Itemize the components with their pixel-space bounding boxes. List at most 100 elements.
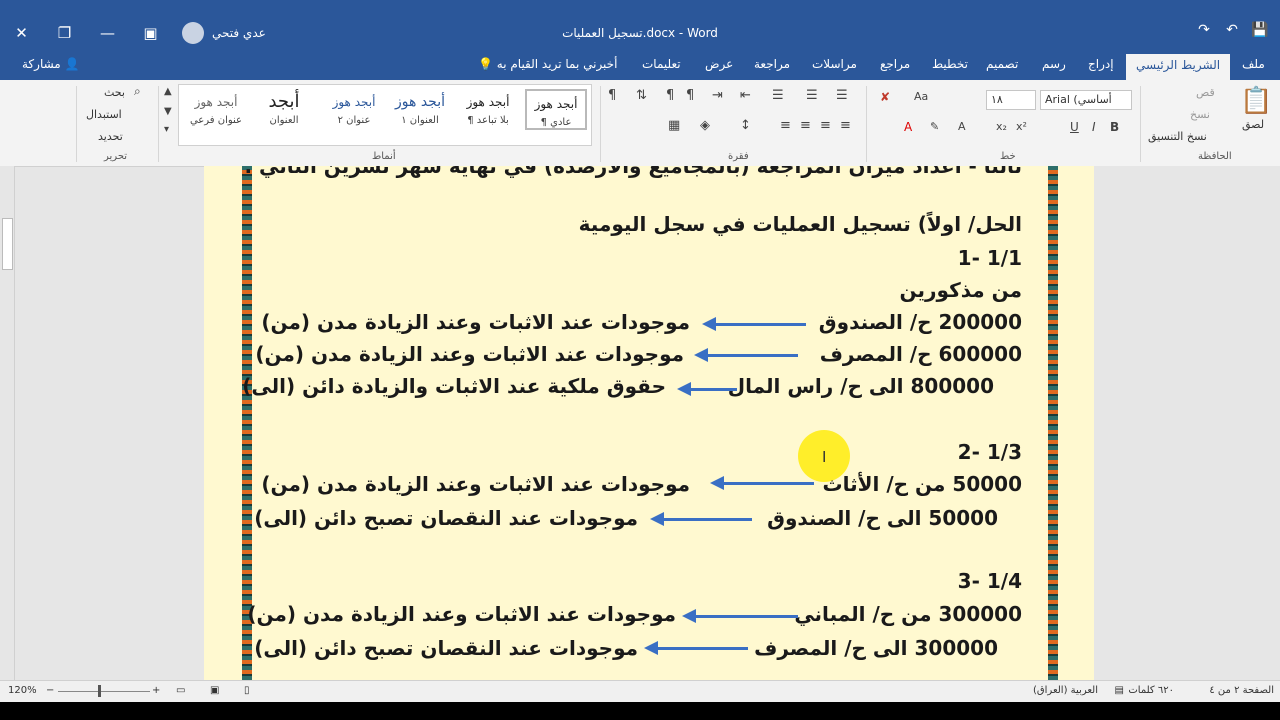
align-left-icon[interactable]: ≡ — [800, 118, 811, 133]
paste-icon[interactable]: 📋 — [1240, 86, 1272, 116]
vertical-scrollbar[interactable] — [0, 166, 15, 680]
tab-file[interactable]: ملف — [1242, 57, 1265, 71]
style-no-spacing[interactable]: أبجد هوز ¶ بلا تباعد — [459, 89, 517, 126]
zoom-slider-thumb[interactable] — [98, 685, 101, 697]
style-title[interactable]: أبجد العنوان — [255, 89, 313, 126]
style-heading-1[interactable]: أبجد هوز العنوان ١ — [391, 89, 449, 126]
text-effects-icon[interactable]: A — [958, 120, 966, 133]
superscript-icon[interactable]: x² — [1016, 120, 1027, 133]
clear-formatting-icon[interactable]: ✘ — [880, 90, 890, 104]
copy-button[interactable]: نسخ — [1190, 108, 1210, 121]
zoom-in-icon[interactable]: + — [152, 685, 160, 696]
tab-draw[interactable]: رسم — [1042, 57, 1066, 71]
ribbon: 📋 لصق قص نسخ نسخ التنسيق الحافظة Arial (… — [0, 80, 1280, 167]
align-right-icon[interactable]: ≡ — [840, 118, 851, 133]
window-title: تسجيل العمليات.docx - Word — [562, 26, 718, 40]
print-layout-icon[interactable]: ▣ — [210, 685, 219, 696]
sort-icon[interactable]: ⇅ — [636, 88, 647, 103]
cut-button[interactable]: قص — [1196, 86, 1215, 99]
font-name-box[interactable]: Arial (أساسي — [1040, 90, 1132, 110]
redo-icon[interactable]: ↷ — [1194, 22, 1214, 38]
entry-2-line-2-note: موجودات عند النقصان تصبح دائن (الى) — [254, 506, 638, 530]
show-formatting-icon[interactable]: ¶ — [608, 88, 616, 103]
tell-me-search[interactable]: 💡 أخبرني بما تريد القيام به — [478, 57, 617, 71]
editing-group-label: تحرير — [104, 151, 128, 162]
styles-scroll-up-icon[interactable]: ▲ — [164, 86, 172, 97]
page-count[interactable]: الصفحة ٢ من ٤ — [1209, 685, 1274, 696]
scrollbar-thumb[interactable] — [2, 218, 13, 270]
style-heading-2[interactable]: أبجد هوز عنوان ٢ — [325, 89, 383, 126]
share-button[interactable]: مشاركة 👤 — [22, 57, 80, 71]
justify-icon[interactable]: ≡ — [780, 118, 791, 133]
select-button[interactable]: تحديد — [98, 130, 123, 143]
tab-help[interactable]: تعليمات — [642, 57, 681, 71]
arrow-icon — [650, 512, 752, 526]
change-case-icon[interactable]: Aa — [914, 90, 928, 103]
italic-button[interactable]: I — [1092, 120, 1096, 134]
format-painter-button[interactable]: نسخ التنسيق — [1148, 130, 1207, 143]
tab-layout[interactable]: تخطيط — [932, 57, 968, 71]
replace-button[interactable]: استبدال — [86, 108, 122, 121]
line-spacing-icon[interactable]: ↕ — [740, 118, 751, 133]
style-subtitle[interactable]: أبجد هوز عنوان فرعي — [187, 89, 245, 126]
tab-home[interactable]: الشريط الرئيسي — [1126, 54, 1231, 80]
font-size-box[interactable]: ١٨ — [986, 90, 1036, 110]
ibeam-cursor-icon: I — [822, 448, 827, 466]
ltr-paragraph-icon[interactable]: ¶ — [666, 88, 674, 103]
styles-more-icon[interactable]: ▾ — [164, 124, 169, 135]
underline-button[interactable]: U — [1070, 120, 1079, 134]
tab-mailings[interactable]: مراسلات — [812, 57, 857, 71]
divider — [600, 86, 601, 162]
search-icon: ⌕ — [134, 84, 141, 98]
page-border-right — [1048, 166, 1058, 680]
read-mode-icon[interactable]: ▯ — [244, 685, 250, 696]
rtl-paragraph-icon[interactable]: ¶ — [686, 88, 694, 103]
decrease-indent-icon[interactable]: ⇤ — [740, 88, 751, 103]
shading-icon[interactable]: ◈ — [700, 118, 710, 133]
style-normal[interactable]: أبجد هوز ¶ عادي — [525, 89, 587, 130]
entry-1-line-2-note: موجودات عند الاثبات وعند الزيادة مدن (من… — [255, 342, 684, 366]
increase-indent-icon[interactable]: ⇥ — [712, 88, 723, 103]
cut-off-line: ثالثاً - اعداد ميزان المراجعة (بالمجاميع… — [244, 166, 1023, 178]
entry-2-date: 1/3 -2 — [957, 440, 1022, 464]
align-center-icon[interactable]: ≡ — [820, 118, 831, 133]
language-indicator[interactable]: العربية (العراق) — [1033, 685, 1098, 696]
tab-insert[interactable]: إدراج — [1088, 57, 1114, 71]
clipboard-group-label: الحافظة — [1198, 151, 1232, 162]
entry-1-line-3-note: حقوق ملكية عند الاثبات والزيادة دائن (ال… — [242, 374, 666, 398]
find-button[interactable]: بحث — [104, 86, 125, 99]
arrow-icon — [682, 609, 798, 623]
tab-view[interactable]: عرض — [705, 57, 733, 71]
bold-button[interactable]: B — [1110, 120, 1119, 134]
tell-me-label: أخبرني بما تريد القيام به — [496, 57, 618, 71]
styles-scroll-down-icon[interactable]: ▼ — [164, 106, 172, 117]
style-name: ¶ بلا تباعد — [467, 115, 509, 126]
highlight-icon[interactable]: ✎ — [930, 120, 939, 133]
undo-icon[interactable]: ↶ — [1222, 22, 1242, 38]
tab-review[interactable]: مراجعة — [754, 57, 790, 71]
numbering-icon[interactable]: ☰ — [806, 88, 818, 103]
zoom-level[interactable]: 120% — [8, 685, 37, 696]
save-icon[interactable]: 💾 — [1250, 22, 1270, 38]
font-color-icon[interactable]: A — [904, 120, 912, 134]
tab-references[interactable]: مراجع — [880, 57, 910, 71]
arrow-icon — [644, 641, 748, 655]
word-count[interactable]: ٦٢٠ كلمات — [1128, 685, 1174, 696]
zoom-out-icon[interactable]: − — [46, 685, 54, 696]
document-page[interactable]: ثالثاً - اعداد ميزان المراجعة (بالمجاميع… — [204, 166, 1094, 680]
tab-design[interactable]: تصميم — [986, 57, 1018, 71]
style-preview: أبجد — [268, 91, 300, 112]
style-preview: أبجد هوز — [395, 94, 445, 110]
proofing-icon[interactable]: ▤ — [1115, 685, 1124, 696]
style-name: عنوان ٢ — [337, 115, 371, 126]
multilevel-list-icon[interactable]: ☰ — [772, 88, 784, 103]
paste-button[interactable]: لصق — [1242, 118, 1264, 131]
style-name: ¶ عادي — [540, 117, 572, 128]
zoom-slider[interactable] — [58, 691, 150, 692]
bullets-icon[interactable]: ☰ — [836, 88, 848, 103]
divider — [866, 86, 867, 162]
borders-icon[interactable]: ▦ — [668, 118, 680, 133]
subscript-icon[interactable]: x₂ — [996, 120, 1007, 133]
web-layout-icon[interactable]: ▭ — [176, 685, 185, 696]
status-bar: الصفحة ٢ من ٤ ٦٢٠ كلمات ▤ العربية (العرا… — [0, 680, 1280, 703]
